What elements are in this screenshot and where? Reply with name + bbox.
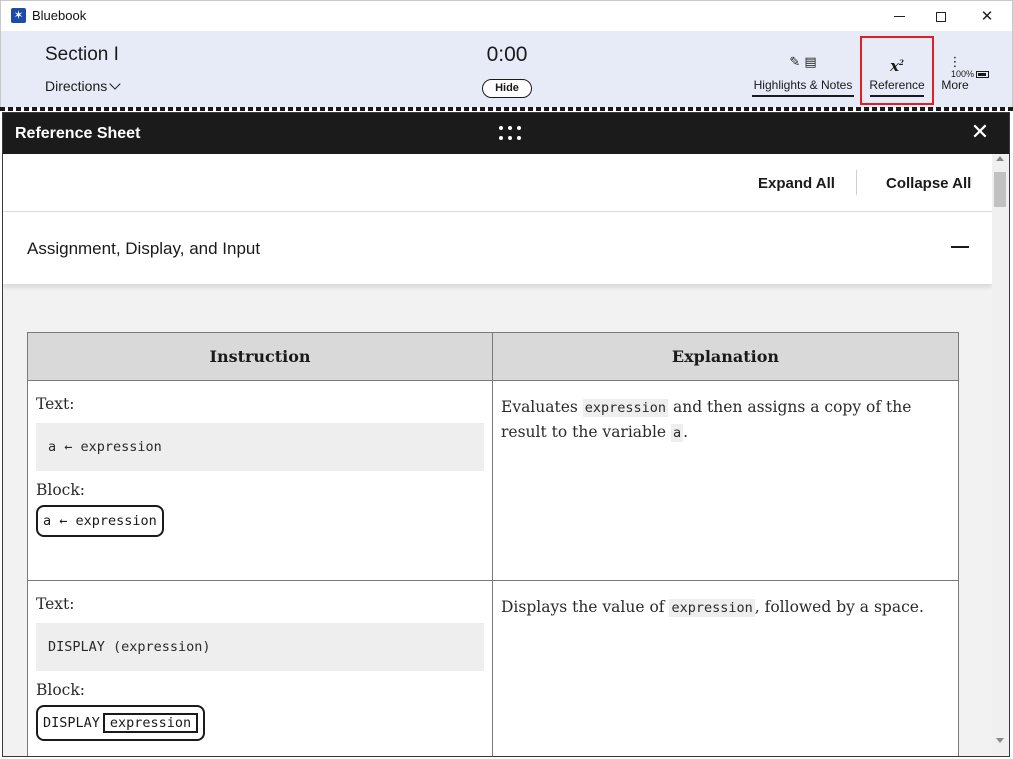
expand-all-button[interactable]: Expand All <box>758 175 835 192</box>
instruction-cell: Text: DISPLAY (expression) Block: DISPLA… <box>27 580 493 756</box>
inline-code: expression <box>669 599 755 617</box>
divider <box>856 170 857 195</box>
block-keyword: DISPLAY <box>43 715 100 731</box>
block-code: a ← expression <box>36 505 164 537</box>
text-code: DISPLAY (expression) <box>36 623 484 671</box>
block-label: Block: <box>36 481 85 499</box>
highlights-notes-icons: ✎ ▤ <box>752 53 854 73</box>
explanation-text: , followed by a space. <box>754 598 924 616</box>
text-label: Text: <box>36 395 75 413</box>
column-header-explanation: Explanation <box>492 332 959 381</box>
maximize-icon <box>936 11 946 22</box>
block-label: Block: <box>36 681 85 699</box>
explanation-text: . <box>683 423 689 441</box>
explanation-text: Evaluates <box>501 398 583 416</box>
reference-sheet-titlebar[interactable]: Reference Sheet ✕ <box>3 113 1009 154</box>
accordion-section-header[interactable]: Assignment, Display, and Input <box>3 212 992 284</box>
directions-label: Directions <box>45 78 108 94</box>
explanation-cell: Displays the value of expression, follow… <box>492 580 959 756</box>
block-argument: expression <box>102 713 199 733</box>
table-row: Text: a ← expression Block: a ← expressi… <box>27 380 959 581</box>
directions-dropdown[interactable]: Directions <box>45 78 121 94</box>
minimize-icon <box>893 16 905 17</box>
close-icon: ✕ <box>980 7 994 25</box>
bluebook-logo-icon: ✶ <box>11 8 26 23</box>
reference-close-button[interactable]: ✕ <box>969 122 991 144</box>
table-row: Text: DISPLAY (expression) Block: DISPLA… <box>27 580 959 756</box>
highlights-notes-button[interactable]: ✎ ▤ Highlights & Notes <box>752 53 854 97</box>
more-button[interactable]: ⋮ More <box>937 53 973 92</box>
battery-icon <box>976 71 990 79</box>
close-icon: ✕ <box>970 120 990 145</box>
note-pad-icon: ▤ <box>804 55 817 70</box>
highlights-notes-underline <box>752 95 854 97</box>
text-label: Text: <box>36 595 75 613</box>
reference-sheet-panel: Reference Sheet ✕ Expand All Collapse Al… <box>2 112 1010 757</box>
explanation-cell: Evaluates expression and then assigns a … <box>492 380 959 581</box>
minimize-button[interactable] <box>884 4 914 28</box>
scroll-up-arrow-icon[interactable] <box>996 156 1004 161</box>
inline-code: a <box>671 424 684 442</box>
window-close-button[interactable]: ✕ <box>972 4 1002 28</box>
reference-scrollbar[interactable] <box>992 154 1009 756</box>
chevron-down-icon <box>109 78 121 90</box>
explanation-text: Displays the value of <box>501 598 670 616</box>
scroll-thumb[interactable] <box>994 172 1006 207</box>
accordion-section-title: Assignment, Display, and Input <box>27 239 261 258</box>
block-code: DISPLAY expression <box>36 705 206 741</box>
vertical-ellipsis-icon: ⋮ <box>948 55 962 70</box>
minus-icon[interactable] <box>951 246 969 248</box>
reference-highlight-box <box>860 36 934 105</box>
reference-sheet-title: Reference Sheet <box>15 125 141 142</box>
expand-collapse-bar: Expand All Collapse All <box>3 154 992 212</box>
scroll-down-arrow-icon[interactable] <box>996 738 1004 743</box>
column-header-instruction: Instruction <box>27 332 493 381</box>
highlights-notes-label: Highlights & Notes <box>753 78 853 92</box>
window-titlebar: ✶ Bluebook ✕ <box>0 0 1013 31</box>
inline-code: expression <box>582 399 669 417</box>
instruction-cell: Text: a ← expression Block: a ← expressi… <box>27 380 493 581</box>
collapse-all-button[interactable]: Collapse All <box>886 175 971 192</box>
more-label: More <box>941 78 969 92</box>
highlighter-pen-icon: ✎ <box>789 55 801 70</box>
timer: 0:00 <box>486 43 528 66</box>
section-title: Section I <box>45 44 119 65</box>
text-code: a ← expression <box>36 423 484 471</box>
drag-grid-icon[interactable] <box>499 126 521 142</box>
reference-table: Instruction Explanation Text: a ← expres… <box>27 332 959 756</box>
app-title: Bluebook <box>32 8 87 23</box>
hide-timer-button[interactable]: Hide <box>482 79 532 98</box>
header-dashed-divider <box>0 107 1013 111</box>
maximize-button[interactable] <box>926 4 956 28</box>
